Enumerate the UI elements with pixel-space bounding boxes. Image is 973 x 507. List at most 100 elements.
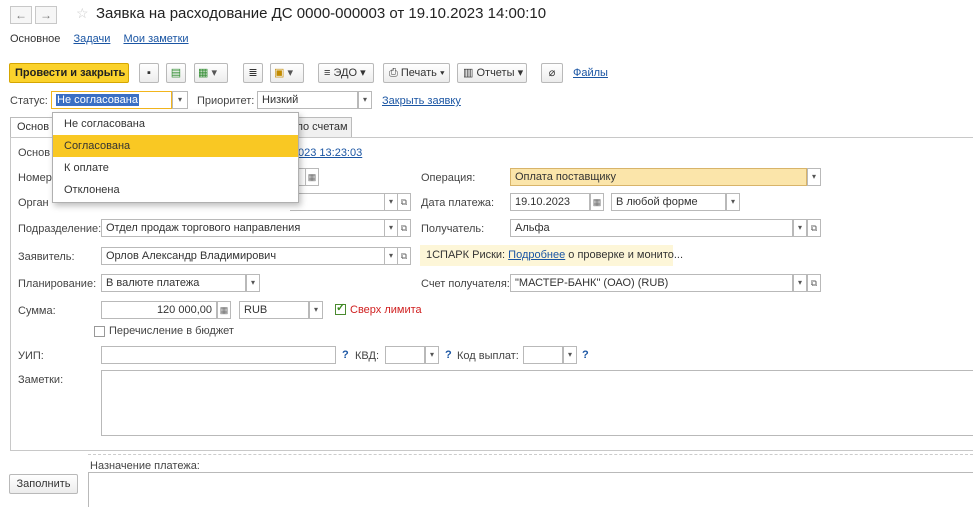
planning-dropdown-button[interactable]: ▾: [246, 274, 260, 292]
pay-date-label: Дата платежа:: [421, 197, 495, 209]
create-based-button[interactable]: ▦ ▾: [194, 63, 228, 83]
chevron-down-icon: ▾: [287, 67, 293, 79]
tab-main-inner[interactable]: Основ: [10, 117, 55, 138]
recipient-account-dropdown-button[interactable]: ▾: [793, 274, 807, 292]
over-limit-checkbox[interactable]: ✓: [335, 302, 346, 315]
subdivision-open-button[interactable]: ⧉: [397, 219, 411, 237]
organization-open-button[interactable]: ⧉: [397, 193, 411, 211]
pay-form-dropdown-button[interactable]: ▾: [726, 193, 740, 211]
favorite-star-icon[interactable]: ☆: [76, 5, 89, 22]
journal-button[interactable]: ≣: [243, 63, 263, 83]
reports-button[interactable]: ▥ Отчеты ▾: [457, 63, 527, 83]
notes-label: Заметки:: [18, 374, 64, 386]
kvd-help-icon[interactable]: ?: [445, 349, 452, 361]
spark-details-link[interactable]: Подробнее: [508, 249, 565, 261]
forward-button[interactable]: →: [35, 6, 57, 24]
currency-field[interactable]: RUB: [239, 301, 309, 319]
arrow-right-icon: →: [40, 8, 52, 22]
chevron-down-icon: ▾: [313, 305, 318, 314]
status-option[interactable]: Не согласована: [53, 113, 298, 135]
status-option[interactable]: Отклонена: [53, 179, 298, 201]
open-link-icon: ⧉: [810, 223, 818, 233]
fill-button[interactable]: Заполнить: [9, 474, 78, 494]
tab-main[interactable]: Основное: [10, 33, 60, 45]
open-link-icon: ⧉: [400, 251, 408, 261]
kvd-field[interactable]: [385, 346, 425, 364]
applicant-dropdown-button[interactable]: ▾: [384, 247, 398, 265]
recipient-field[interactable]: Альфа: [510, 219, 793, 237]
back-button[interactable]: ←: [10, 6, 32, 24]
notes-textarea[interactable]: [101, 370, 973, 436]
status-dropdown-button[interactable]: ▾: [172, 91, 188, 109]
attach-button[interactable]: ⌀: [541, 63, 563, 83]
window-title: Заявка на расходование ДС 0000-000003 от…: [96, 5, 547, 22]
subdivision-field[interactable]: Отдел продаж торгового направления: [101, 219, 385, 237]
chevron-down-icon: ▾: [388, 251, 393, 260]
chevron-down-icon: ▾: [362, 95, 367, 104]
chevron-down-icon: ▾: [811, 172, 816, 181]
post-and-close-button[interactable]: Провести и закрыть: [9, 63, 129, 83]
pay-date-field[interactable]: 19.10.2023: [510, 193, 590, 211]
basis-label: Основ: [18, 147, 51, 159]
post-button[interactable]: ▤: [166, 63, 186, 83]
organization-dropdown-button[interactable]: ▾: [384, 193, 398, 211]
priority-dropdown-button[interactable]: ▾: [358, 91, 372, 109]
close-request-link[interactable]: Закрыть заявку: [382, 95, 461, 107]
open-link-icon: ⧉: [810, 278, 818, 288]
pay-code-field[interactable]: [523, 346, 563, 364]
budget-transfer-checkbox[interactable]: [94, 326, 105, 337]
pay-form-field[interactable]: В любой форме: [611, 193, 726, 211]
edo-button[interactable]: ≡ ЭДО ▾: [318, 63, 374, 83]
pay-code-help-icon[interactable]: ?: [582, 349, 589, 361]
organization-field[interactable]: [290, 193, 385, 211]
uip-help-icon[interactable]: ?: [342, 349, 349, 361]
create-based-icon: ▦: [198, 67, 209, 79]
section-tabs: Основное Задачи Мои заметки: [10, 33, 199, 45]
sum-label: Сумма:: [18, 305, 56, 317]
tab-my-notes[interactable]: Мои заметки: [123, 33, 188, 45]
recipient-account-field[interactable]: "МАСТЕР-БАНК" (ОАО) (RUB): [510, 274, 793, 292]
operation-field[interactable]: Оплата поставщику: [510, 168, 807, 186]
sum-field[interactable]: 120 000,00: [101, 301, 217, 319]
recipient-account-open-button[interactable]: ⧉: [807, 274, 821, 292]
subdivision-dropdown-button[interactable]: ▾: [384, 219, 398, 237]
status-dropdown-list: Не согласована Согласована К оплате Откл…: [52, 112, 299, 203]
planning-field[interactable]: В валюте платежа: [101, 274, 246, 292]
operation-label: Операция:: [421, 172, 476, 184]
status-option[interactable]: К оплате: [53, 157, 298, 179]
applicant-label: Заявитель:: [18, 251, 75, 263]
tab-tasks[interactable]: Задачи: [73, 33, 110, 45]
spark-prefix: 1СПАРК Риски:: [426, 249, 506, 261]
number-label: Номер: [18, 172, 52, 184]
priority-label: Приоритет:: [197, 95, 255, 107]
post-document-icon: ▤: [170, 67, 182, 79]
structure-button[interactable]: ▣ ▾: [270, 63, 304, 83]
kvd-dropdown-button[interactable]: ▾: [425, 346, 439, 364]
calendar-button[interactable]: ▦: [305, 168, 319, 186]
recipient-dropdown-button[interactable]: ▾: [793, 219, 807, 237]
uip-field[interactable]: [101, 346, 336, 364]
chevron-down-icon: ▾: [517, 67, 524, 79]
chevron-down-icon: ▾: [388, 223, 393, 232]
pay-date-calendar-button[interactable]: ▦: [590, 193, 604, 211]
purpose-textarea[interactable]: [88, 472, 973, 507]
spark-suffix: о проверке и монито...: [568, 249, 684, 261]
chevron-down-icon: ▾: [211, 67, 217, 79]
print-button[interactable]: ⎙ Печать ▾: [383, 63, 450, 83]
status-field[interactable]: Не согласована: [51, 91, 172, 109]
chevron-down-icon: ▾: [429, 350, 434, 359]
status-option-selected[interactable]: Согласована: [53, 135, 298, 157]
chevron-down-icon: ▾: [730, 197, 735, 206]
save-button[interactable]: ▪: [139, 63, 159, 83]
currency-dropdown-button[interactable]: ▾: [309, 301, 323, 319]
calculator-button[interactable]: ▦: [217, 301, 231, 319]
operation-dropdown-button[interactable]: ▾: [807, 168, 821, 186]
applicant-field[interactable]: Орлов Александр Владимирович: [101, 247, 385, 265]
applicant-open-button[interactable]: ⧉: [397, 247, 411, 265]
recipient-open-button[interactable]: ⧉: [807, 219, 821, 237]
chevron-down-icon: ▾: [360, 67, 366, 79]
pay-code-dropdown-button[interactable]: ▾: [563, 346, 577, 364]
files-link[interactable]: Файлы: [573, 67, 608, 79]
priority-field[interactable]: Низкий: [257, 91, 358, 109]
basis-link[interactable]: 023 13:23:03: [298, 147, 362, 159]
